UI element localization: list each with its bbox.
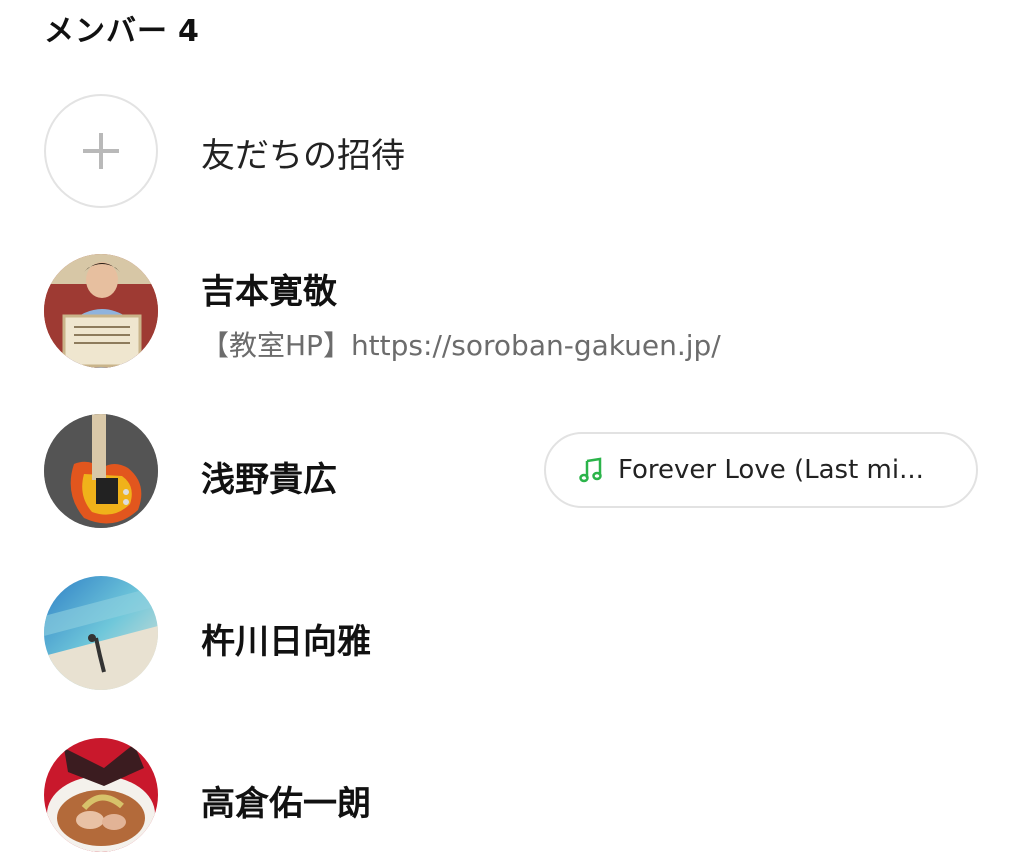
music-note-icon	[579, 457, 602, 483]
avatar[interactable]	[44, 576, 158, 690]
members-count: 4	[178, 14, 200, 49]
plus-icon[interactable]	[44, 94, 158, 208]
member-status-message: 【教室HP】https://soroban-gakuen.jp/	[201, 329, 721, 362]
member-name: 吉本寛敬	[201, 272, 337, 312]
member-name: 浅野貴広	[201, 460, 337, 500]
avatar[interactable]	[44, 254, 158, 368]
invite-friends-label: 友だちの招待	[201, 136, 405, 176]
member-row[interactable]: 吉本寛敬 【教室HP】https://soroban-gakuen.jp/	[44, 254, 984, 370]
member-row[interactable]: 杵川日向雅	[44, 576, 984, 692]
member-name: 杵川日向雅	[201, 622, 371, 662]
music-status-pill[interactable]: Forever Love (Last mi...	[544, 432, 978, 508]
member-row[interactable]: 高倉佑一朗	[44, 738, 984, 854]
avatar[interactable]	[44, 414, 158, 528]
members-title: メンバー	[44, 14, 168, 49]
avatar[interactable]	[44, 738, 158, 852]
member-name: 高倉佑一朗	[201, 784, 371, 824]
members-header: メンバー 4	[44, 6, 200, 50]
invite-friends-row[interactable]: 友だちの招待	[44, 94, 984, 210]
member-row[interactable]: 浅野貴広 Forever Love (Last mi...	[44, 414, 984, 530]
music-title: Forever Love (Last mi...	[618, 455, 924, 485]
